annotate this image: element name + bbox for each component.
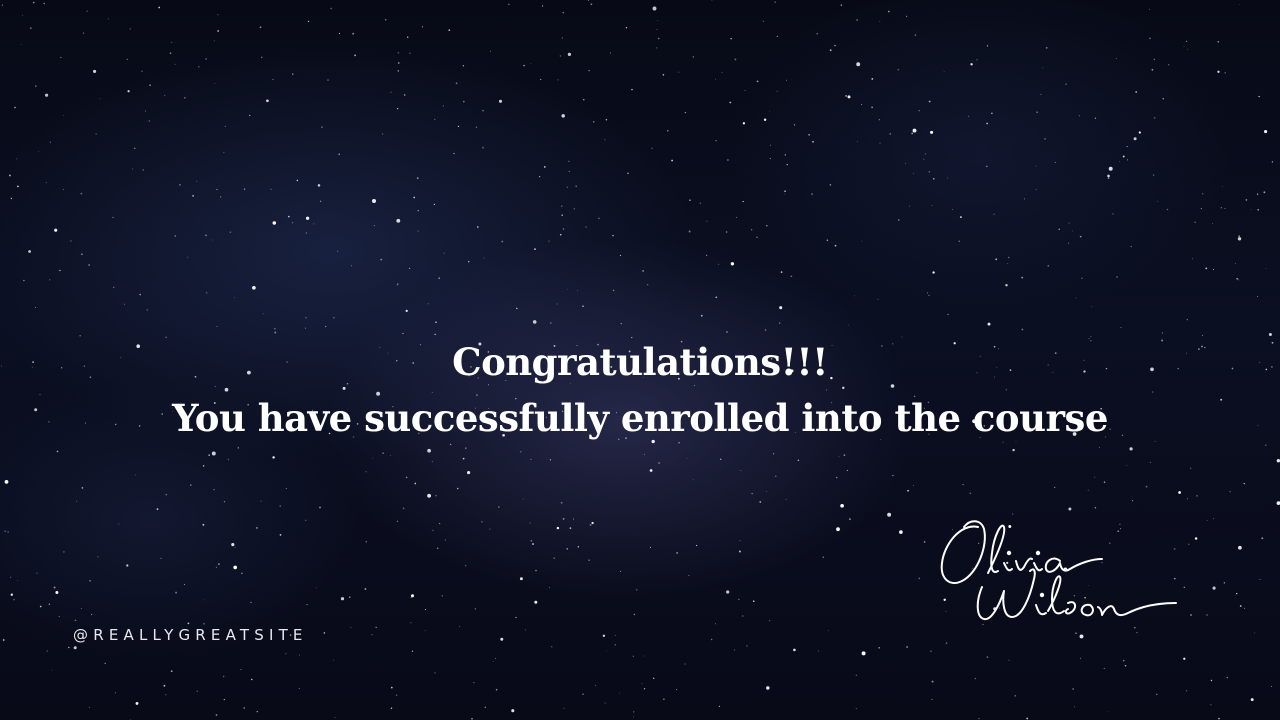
enrollment-message: You have successfully enrolled into the … xyxy=(172,396,1108,440)
congratulations-heading: Congratulations!!! xyxy=(452,340,828,384)
website-handle: @REALLYGREATSITE xyxy=(73,626,308,644)
certificate-canvas: Congratulations!!! You have successfully… xyxy=(0,0,1280,720)
signature-olivia-wilson xyxy=(940,520,1177,621)
